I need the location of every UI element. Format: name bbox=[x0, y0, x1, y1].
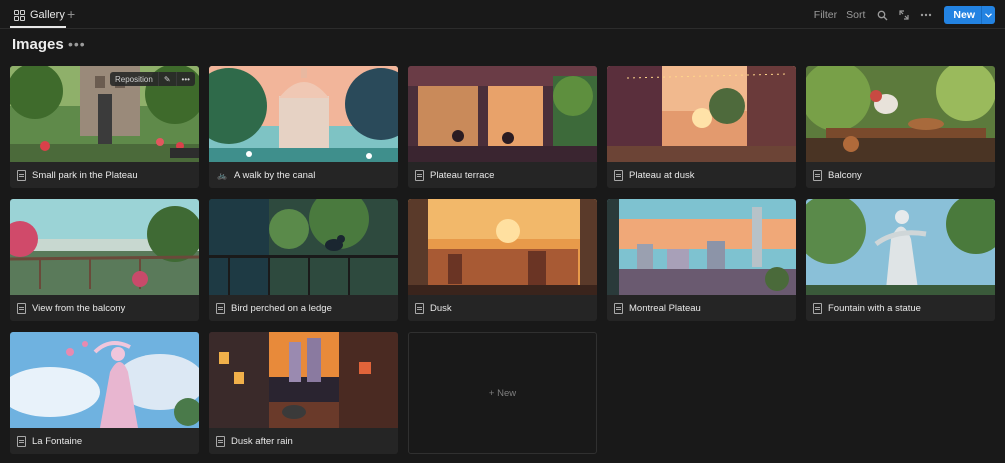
card-title: View from the balcony bbox=[32, 302, 126, 314]
new-button-group: New bbox=[944, 6, 995, 24]
card-title: Montreal Plateau bbox=[629, 302, 701, 314]
card-thumbnail bbox=[607, 199, 796, 295]
card-caption: Dusk after rain bbox=[216, 434, 293, 448]
card-caption: Fountain with a statue bbox=[813, 301, 921, 315]
card-title: Balcony bbox=[828, 169, 862, 181]
gallery-card[interactable]: Plateau terrace bbox=[408, 66, 597, 188]
bicycle-icon: 🚲 bbox=[217, 170, 227, 180]
gallery-card[interactable]: La Fontaine bbox=[10, 332, 199, 454]
page-icon bbox=[17, 169, 26, 181]
card-title: Plateau at dusk bbox=[629, 169, 695, 181]
card-caption: 🚲 A walk by the canal bbox=[216, 168, 315, 182]
page-title: Images bbox=[12, 36, 64, 53]
new-button[interactable]: New bbox=[944, 6, 981, 24]
view-bar: Gallery + Filter Sort New bbox=[0, 0, 1005, 30]
card-caption: La Fontaine bbox=[17, 434, 82, 448]
card-caption: Small park in the Plateau bbox=[17, 168, 138, 182]
gallery-card[interactable]: Montreal Plateau bbox=[607, 199, 796, 321]
card-more-icon[interactable]: ••• bbox=[177, 72, 195, 86]
view-toolbar: Filter Sort New bbox=[814, 6, 995, 24]
card-thumbnail bbox=[10, 332, 199, 428]
gallery-card[interactable]: Plateau at dusk bbox=[607, 66, 796, 188]
card-caption: Bird perched on a ledge bbox=[216, 301, 332, 315]
gallery-card[interactable]: 🚲 A walk by the canal bbox=[209, 66, 398, 188]
card-caption: Dusk bbox=[415, 301, 452, 315]
page-icon bbox=[415, 302, 424, 314]
page-icon bbox=[813, 302, 822, 314]
card-title: Bird perched on a ledge bbox=[231, 302, 332, 314]
card-thumbnail bbox=[10, 199, 199, 295]
tab-gallery-label: Gallery bbox=[30, 9, 65, 21]
card-hover-controls: Reposition ✎ ••• bbox=[110, 72, 195, 86]
gallery-card[interactable]: Dusk bbox=[408, 199, 597, 321]
page-icon bbox=[415, 169, 424, 181]
gallery-card[interactable]: Balcony bbox=[806, 66, 995, 188]
card-caption: Montreal Plateau bbox=[614, 301, 701, 315]
reposition-button[interactable]: Reposition bbox=[110, 72, 159, 86]
card-title: Small park in the Plateau bbox=[32, 169, 138, 181]
add-view-button[interactable]: + bbox=[67, 6, 75, 22]
card-thumbnail bbox=[209, 66, 398, 162]
card-thumbnail bbox=[806, 199, 995, 295]
page-icon bbox=[813, 169, 822, 181]
card-thumbnail bbox=[209, 199, 398, 295]
card-title: La Fontaine bbox=[32, 435, 83, 447]
page-icon bbox=[216, 435, 225, 447]
card-thumbnail bbox=[408, 199, 597, 295]
page-icon bbox=[17, 302, 26, 314]
card-title: A walk by the canal bbox=[234, 169, 316, 181]
search-icon[interactable] bbox=[874, 7, 890, 23]
card-title: Plateau terrace bbox=[430, 169, 495, 181]
gallery-card[interactable]: Dusk after rain bbox=[209, 332, 398, 454]
card-caption: Plateau at dusk bbox=[614, 168, 695, 182]
new-dropdown-button[interactable] bbox=[981, 6, 995, 24]
card-thumbnail bbox=[209, 332, 398, 428]
card-title: Dusk after rain bbox=[231, 435, 293, 447]
card-thumbnail bbox=[408, 66, 597, 162]
filter-button[interactable]: Filter bbox=[814, 9, 837, 21]
gallery-card[interactable]: Bird perched on a ledge bbox=[209, 199, 398, 321]
title-more-icon[interactable]: ••• bbox=[68, 36, 86, 52]
add-new-card-button[interactable]: + New bbox=[408, 332, 597, 454]
card-caption: View from the balcony bbox=[17, 301, 125, 315]
card-thumbnail bbox=[806, 66, 995, 162]
gallery-card[interactable]: View from the balcony bbox=[10, 199, 199, 321]
page-icon bbox=[216, 302, 225, 314]
page-icon bbox=[614, 169, 623, 181]
card-title: Dusk bbox=[430, 302, 452, 314]
chevron-down-icon bbox=[985, 12, 992, 18]
page-icon bbox=[17, 435, 26, 447]
tab-gallery[interactable]: Gallery bbox=[10, 4, 69, 26]
sort-button[interactable]: Sort bbox=[846, 9, 865, 21]
divider bbox=[0, 28, 1005, 29]
gallery-card[interactable]: Reposition ✎ ••• Small park in the Plate… bbox=[10, 66, 199, 188]
card-thumbnail bbox=[607, 66, 796, 162]
card-caption: Balcony bbox=[813, 168, 862, 182]
gallery-grid-icon bbox=[14, 9, 25, 21]
edit-icon[interactable]: ✎ bbox=[159, 72, 177, 86]
card-title: Fountain with a statue bbox=[828, 302, 921, 314]
card-caption: Plateau terrace bbox=[415, 168, 494, 182]
more-icon[interactable] bbox=[918, 7, 934, 23]
page-icon bbox=[614, 302, 623, 314]
gallery-card[interactable]: Fountain with a statue bbox=[806, 199, 995, 321]
expand-icon[interactable] bbox=[896, 7, 912, 23]
card-thumbnail: Reposition ✎ ••• bbox=[10, 66, 199, 162]
